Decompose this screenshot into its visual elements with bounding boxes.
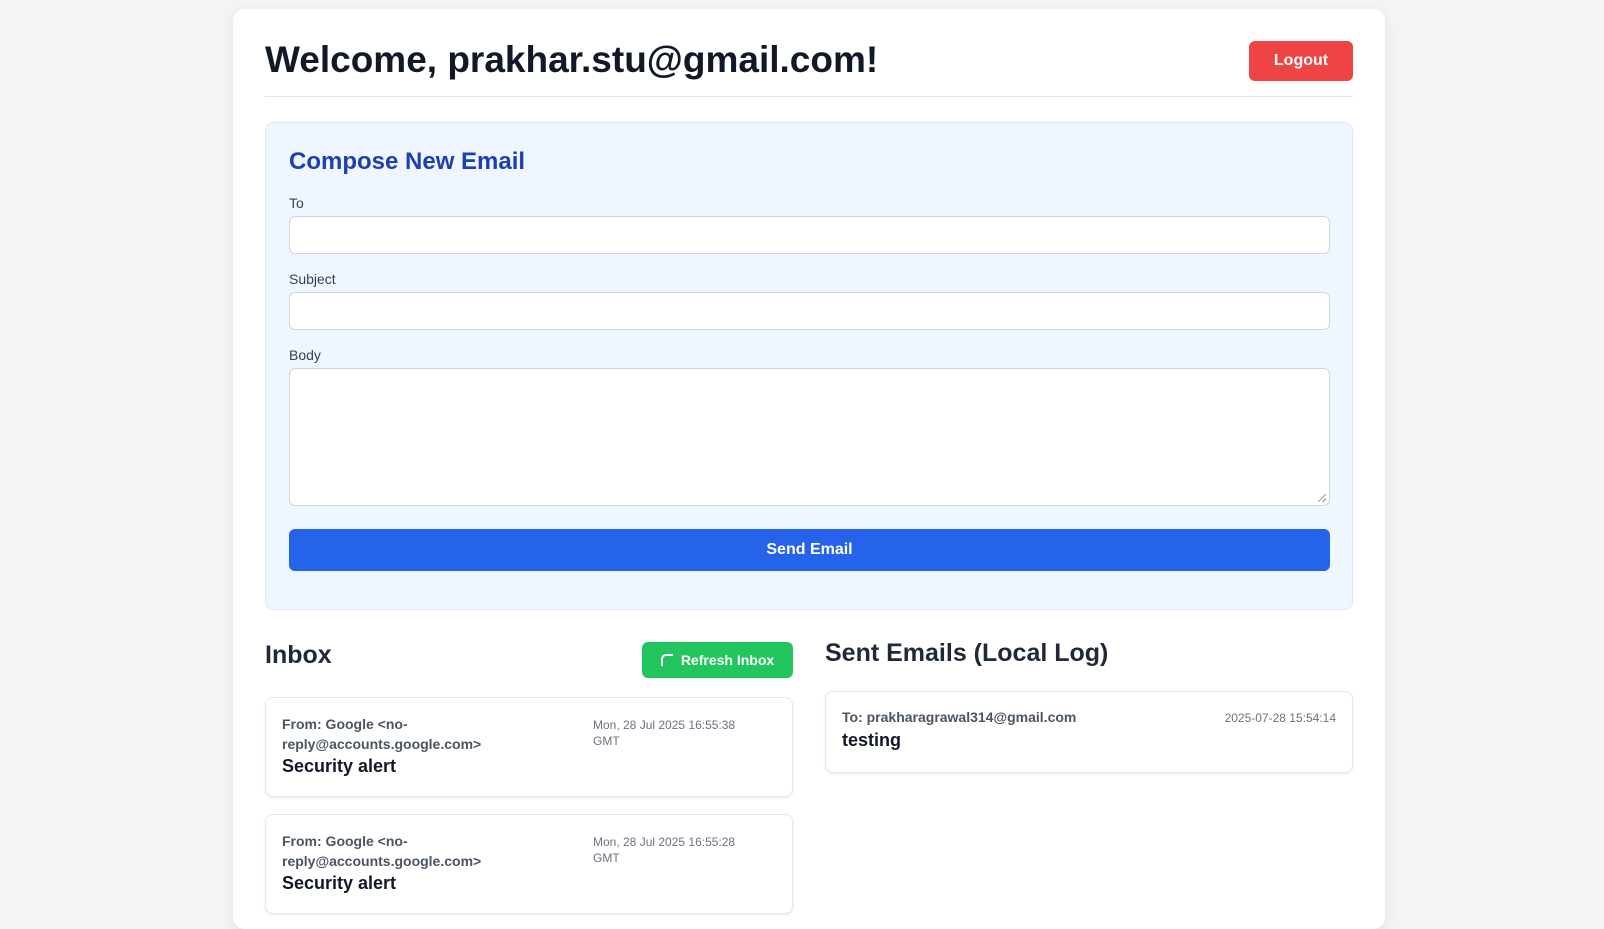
sent-email-to: To: prakharagrawal314@gmail.com	[842, 709, 1077, 725]
email-date: Mon, 28 Jul 2025 16:55:38 GMT	[593, 718, 736, 748]
subject-label: Subject	[289, 271, 336, 287]
email-from: From: Google <no-reply@accounts.google.c…	[282, 716, 482, 752]
subject-input[interactable]	[289, 292, 1330, 330]
email-from: From: Google <no-reply@accounts.google.c…	[282, 833, 482, 869]
page-header: Welcome, prakhar.stu@gmail.com! Logout	[265, 39, 1353, 97]
body-label: Body	[289, 347, 321, 363]
refresh-icon	[660, 654, 673, 666]
compose-panel: Compose New Email To Subject Body Send E…	[265, 122, 1353, 610]
body-textarea[interactable]	[289, 368, 1330, 506]
email-subject: Security alert	[282, 873, 397, 893]
sent-emails-title: Sent Emails (Local Log)	[825, 639, 1109, 667]
inbox-email-item[interactable]: From: Google <no-reply@accounts.google.c…	[265, 814, 793, 914]
inbox-email-item[interactable]: From: Google <no-reply@accounts.google.c…	[265, 697, 793, 797]
refresh-inbox-label: Refresh Inbox	[680, 652, 775, 668]
email-date: Mon, 28 Jul 2025 16:55:28 GMT	[593, 835, 736, 865]
send-email-button[interactable]: Send Email	[289, 529, 1330, 571]
main-card: Welcome, prakhar.stu@gmail.com! Logout C…	[233, 9, 1385, 929]
to-label: To	[289, 195, 304, 211]
sent-email-item[interactable]: To: prakharagrawal314@gmail.com 2025-07-…	[825, 691, 1353, 773]
resize-handle[interactable]	[1318, 494, 1326, 502]
welcome-title: Welcome, prakhar.stu@gmail.com!	[265, 39, 879, 80]
email-subject: Security alert	[282, 756, 397, 776]
refresh-inbox-button[interactable]: Refresh Inbox	[642, 642, 793, 678]
logout-button[interactable]: Logout	[1249, 41, 1353, 81]
to-input[interactable]	[289, 216, 1330, 254]
sent-email-subject: testing	[842, 730, 902, 750]
compose-title: Compose New Email	[289, 148, 526, 175]
inbox-title: Inbox	[265, 641, 332, 669]
sent-email-date: 2025-07-28 15:54:14	[1224, 711, 1336, 725]
